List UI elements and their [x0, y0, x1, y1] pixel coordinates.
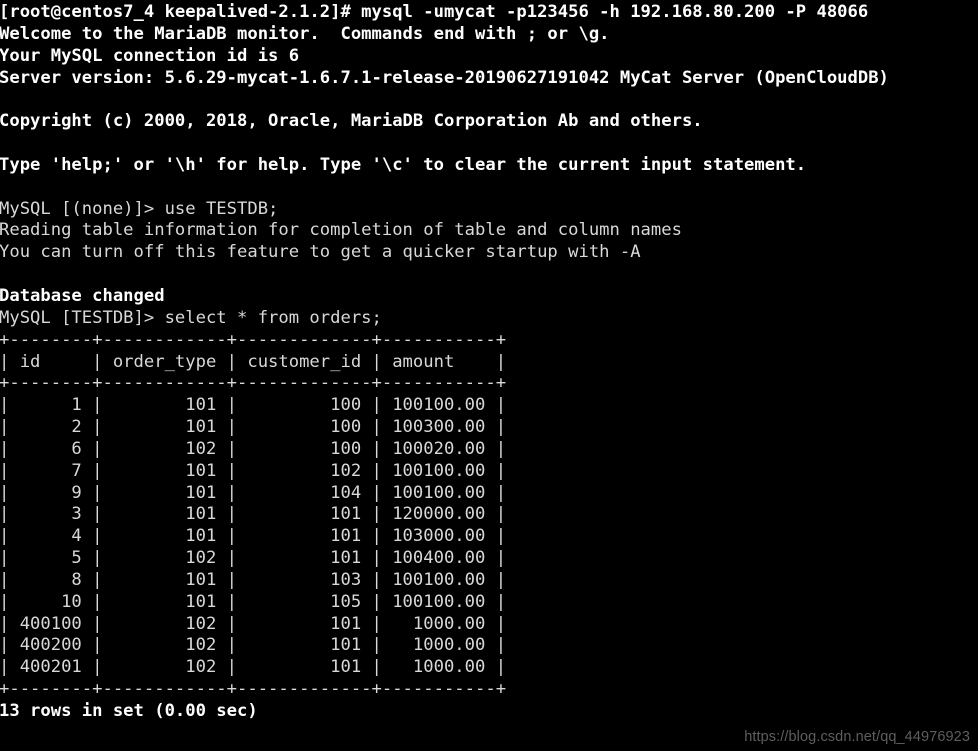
- terminal-line: Database changed: [0, 285, 165, 306]
- terminal-line: +--------+------------+-------------+---…: [0, 373, 507, 394]
- terminal-line: | 6 | 102 | 100 | 100020.00 |: [0, 438, 507, 459]
- terminal-line: | 1 | 101 | 100 | 100100.00 |: [0, 395, 507, 416]
- terminal-output: [root@centos7_4 keepalived-2.1.2]# mysql…: [0, 2, 978, 723]
- terminal-line: | 3 | 101 | 101 | 120000.00 |: [0, 504, 507, 525]
- terminal-line: | 400100 | 102 | 101 | 1000.00 |: [0, 613, 507, 634]
- terminal-line: | 9 | 101 | 104 | 100100.00 |: [0, 482, 507, 503]
- terminal-line: +--------+------------+-------------+---…: [0, 329, 507, 350]
- terminal-line: | 7 | 101 | 102 | 100100.00 |: [0, 460, 507, 481]
- watermark-url: https://blog.csdn.net/qq_44976923: [744, 729, 970, 745]
- terminal-line: Welcome to the MariaDB monitor. Commands…: [0, 23, 610, 44]
- terminal-line: Reading table information for completion…: [0, 220, 682, 241]
- terminal-line: Server version: 5.6.29-mycat-1.6.7.1-rel…: [0, 67, 889, 88]
- terminal-line: | 8 | 101 | 103 | 100100.00 |: [0, 569, 507, 590]
- terminal-line: | 5 | 102 | 101 | 100400.00 |: [0, 548, 507, 569]
- terminal-line: Your MySQL connection id is 6: [0, 45, 300, 66]
- terminal-line: You can turn off this feature to get a q…: [0, 242, 641, 263]
- terminal-line: Type 'help;' or '\h' for help. Type '\c'…: [0, 154, 807, 175]
- terminal-line: | 400201 | 102 | 101 | 1000.00 |: [0, 657, 507, 678]
- terminal-line: MySQL [TESTDB]> select * from orders;: [0, 307, 382, 328]
- terminal-line: +--------+------------+-------------+---…: [0, 679, 507, 700]
- terminal-line: | 2 | 101 | 100 | 100300.00 |: [0, 417, 507, 438]
- terminal-window[interactable]: [root@centos7_4 keepalived-2.1.2]# mysql…: [0, 0, 978, 751]
- terminal-line: MySQL [(none)]> use TESTDB;: [0, 198, 279, 219]
- terminal-line: | 10 | 101 | 105 | 100100.00 |: [0, 591, 507, 612]
- terminal-line: 13 rows in set (0.00 sec): [0, 701, 258, 721]
- terminal-line: | 400200 | 102 | 101 | 1000.00 |: [0, 635, 507, 656]
- terminal-line: [root@centos7_4 keepalived-2.1.2]# mysql…: [0, 2, 869, 22]
- terminal-line: | 4 | 101 | 101 | 103000.00 |: [0, 526, 507, 547]
- terminal-line: Copyright (c) 2000, 2018, Oracle, MariaD…: [0, 111, 703, 132]
- terminal-line: | id | order_type | customer_id | amount…: [0, 351, 507, 372]
